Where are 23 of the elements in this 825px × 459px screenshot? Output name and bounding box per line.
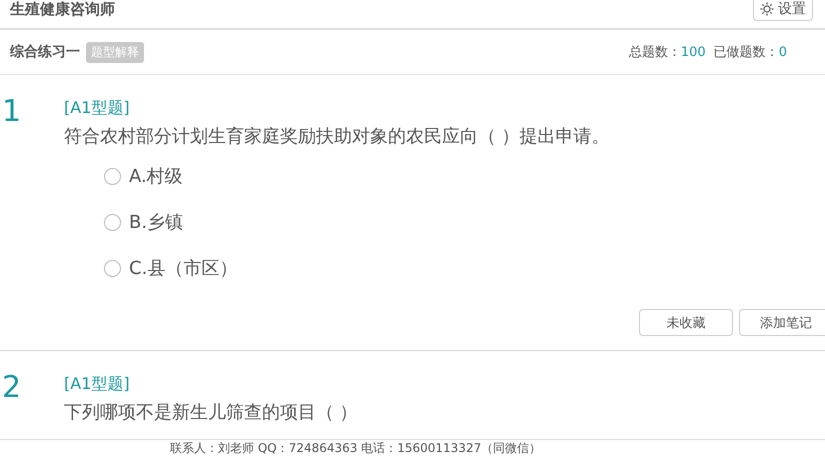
settings-button[interactable]: 设置 <box>753 0 813 21</box>
action-button[interactable]: 添加笔记 <box>739 309 825 336</box>
question-number: 1 <box>2 95 22 131</box>
total-count: 100 <box>680 44 706 60</box>
radio-button[interactable] <box>104 260 121 276</box>
question-type: [A1型题] <box>64 373 131 395</box>
radio-button[interactable] <box>104 168 121 184</box>
action-button[interactable]: 未收藏 <box>639 309 733 336</box>
question-text: 符合农村部分计划生育家庭奖励扶助对象的农民应向（ ）提出申请。 <box>64 125 610 149</box>
done-count: 0 <box>778 44 787 60</box>
question-type: [A1型题] <box>64 97 131 119</box>
question-number: 2 <box>2 371 22 407</box>
question-text: 下列哪项不是新生儿筛查的项目（ ） <box>64 401 358 425</box>
settings-icon <box>760 2 774 16</box>
total-label: 总题数： <box>628 44 681 61</box>
done-label: 已做题数： <box>714 44 779 61</box>
radio-button[interactable] <box>104 214 121 230</box>
answer-option[interactable]: C.县（市区） <box>104 245 610 291</box>
contact-info: 联系人：刘老师 QQ：724864363 电话：15600113327（同微信） <box>170 441 542 455</box>
page-title: 生殖健康咨询师 <box>8 0 115 18</box>
answer-option[interactable]: B.乡镇 <box>104 199 610 245</box>
answer-option[interactable]: A.村级 <box>104 153 610 199</box>
exercise-title: 综合练习一 <box>10 43 80 61</box>
